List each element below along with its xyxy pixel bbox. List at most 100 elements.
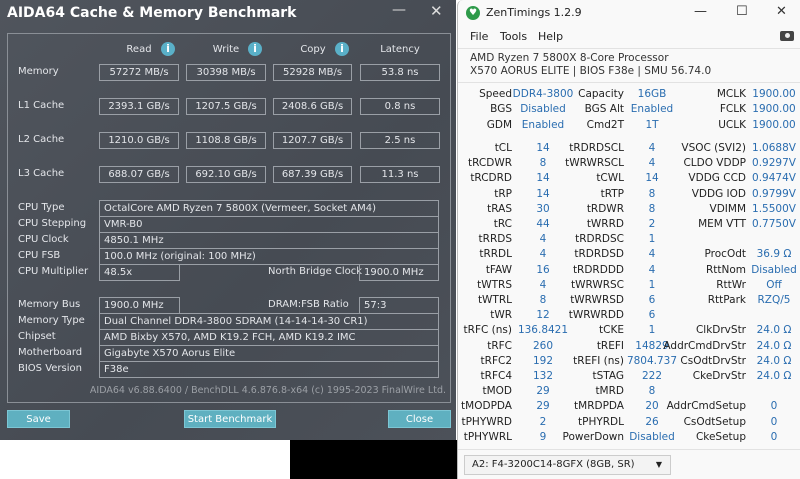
timing-label: Speed [479,88,512,100]
timing-value: 1900.00 [752,88,796,100]
nb-clock-label: North Bridge Clock [268,266,363,277]
zentimings-logo-icon: ♥ [466,6,480,20]
timing-label: tCL [494,142,512,154]
timing-label: tSTAG [592,370,624,382]
timing-label: VSOC (SVI2) [681,142,746,154]
dimm-select[interactable]: A2: F4-3200C14-8GFX (8GB, SR) ▼ [464,455,671,475]
aida64-window: AIDA64 Cache & Memory Benchmark — ✕ CPU … [0,0,456,440]
timing-label: tWR [490,309,512,322]
timing-label: tRC [493,218,512,230]
timing-label: tRRDS [478,233,512,246]
bench-value: 688.07 GB/s [99,166,179,183]
timing-label: tMOD [482,385,512,398]
timing-label: tRCDWR [468,157,512,170]
cpu-type-value: OctalCore AMD Ryzen 7 5800X (Vermeer, So… [99,200,439,217]
timing-label: tRCDRD [470,172,512,185]
timing-label: tPHYRDL [578,415,624,428]
cpu-stepping-value: VMR-B0 [99,216,439,233]
bios-value: F38e [99,361,439,378]
timing-label: CkeDrvStr [692,370,746,382]
timing-value: 24.0 Ω [756,370,792,382]
memory-type-label: Memory Type [18,315,85,326]
bench-value: 1210.0 GB/s [99,132,179,149]
timing-value: 36.9 Ω [756,248,792,261]
bench-value: 30398 MB/s [186,64,266,81]
memory-type-value: Dual Channel DDR4-3800 SDRAM (14-14-14-3… [99,313,439,330]
info-icon[interactable]: i [248,42,262,56]
motherboard-label: Motherboard [18,347,83,358]
divider [458,449,800,450]
timing-value: 1 [648,233,656,246]
timing-label: UCLK [718,118,746,131]
timing-label: tREFI (ns) [573,354,624,367]
bios-label: BIOS Version [18,363,82,374]
menu-tools[interactable]: Tools [500,30,527,43]
cpu-stepping-label: CPU Stepping [18,218,87,229]
cpu-name: AMD Ryzen 7 5800X 8-Core Processor [470,52,669,64]
timing-value: 1900.00 [752,118,796,131]
timing-label: PowerDown [562,430,625,443]
timing-label: ProcOdt [704,248,746,261]
timing-label: FCLK [719,103,746,116]
motherboard-value: Gigabyte X570 Aorus Elite [99,345,439,362]
timing-label: RttNom [705,263,746,276]
start-benchmark-button[interactable]: Start Benchmark [184,410,276,428]
timing-label: CsOdtSetup [683,415,746,428]
timing-value: 8 [648,385,656,398]
cpu-multiplier-label: CPU Multiplier [18,266,89,277]
timing-label: CLDO VDDP [683,157,746,170]
info-icon[interactable]: i [161,42,175,56]
screenshot-camera-icon[interactable] [780,31,794,41]
close-window-button[interactable]: ✕ [776,4,787,19]
divider [458,82,800,83]
menu-help[interactable]: Help [538,30,563,43]
timing-label: AddrCmdSetup [666,400,746,413]
divider [458,48,800,49]
dimm-select-value: A2: F4-3200C14-8GFX (8GB, SR) [472,459,635,470]
timing-label: MCLK [716,88,746,100]
timing-value: 6 [648,309,656,322]
timing-label: tRP [494,187,512,200]
timing-value: 1.5500V [752,202,796,215]
timing-value: 0 [770,415,778,428]
timing-label: tRAS [487,202,512,215]
minimize-button[interactable]: — [694,4,707,19]
bench-value: 1108.8 GB/s [186,132,266,149]
timing-label: VDIMM [709,202,746,215]
timing-label: RttPark [707,294,746,306]
maximize-button[interactable]: ☐ [736,4,748,19]
chipset-value: AMD Bixby X570, AMD K19.2 FCH, AMD K19.2… [99,329,439,346]
timing-label: tWRRD [586,218,624,230]
timing-label: tCKE [599,324,624,337]
timing-value: 24.0 Ω [756,324,792,337]
timing-label: tWRWRSD [570,294,624,306]
zentimings-window: ♥ ZenTimings 1.2.9 — ☐ ✕ File Tools Help… [457,0,800,479]
bench-row-label: L2 Cache [18,134,65,145]
window-title: ZenTimings 1.2.9 [486,6,582,19]
timing-label: tWRWRDD [568,309,624,322]
timing-value: Disabled [751,263,797,276]
timing-label: Capacity [578,88,624,100]
timing-label: AddrCmdDrvStr [663,339,746,352]
timing-label: tRFC2 [480,354,512,367]
timing-label: tRDRDDD [572,263,624,276]
bench-value: 1207.7 GB/s [273,132,352,149]
info-icon[interactable]: i [335,42,349,56]
timing-label: tFAW [485,263,512,276]
timing-label: tRDWR [586,202,624,215]
minimize-button[interactable]: — [392,2,406,18]
save-button[interactable]: Save [7,410,70,428]
bench-value: 687.39 GB/s [273,166,352,183]
timing-label: tMRD [595,385,624,398]
close-window-button[interactable]: ✕ [430,2,443,20]
timing-label: tREFI [596,339,624,352]
menu-file[interactable]: File [470,30,488,43]
timing-label: GDM [486,118,512,131]
board-info: X570 AORUS ELITE | BIOS F38e | SMU 56.74… [470,65,712,77]
timing-label: tMRDPDA [574,400,624,413]
timing-label: CkeSetup [695,430,746,443]
timing-label: tWTRS [477,278,512,291]
memory-bus-label: Memory Bus [18,299,81,310]
timing-label: tCWL [596,172,624,185]
timing-value: 0.7750V [752,218,796,230]
